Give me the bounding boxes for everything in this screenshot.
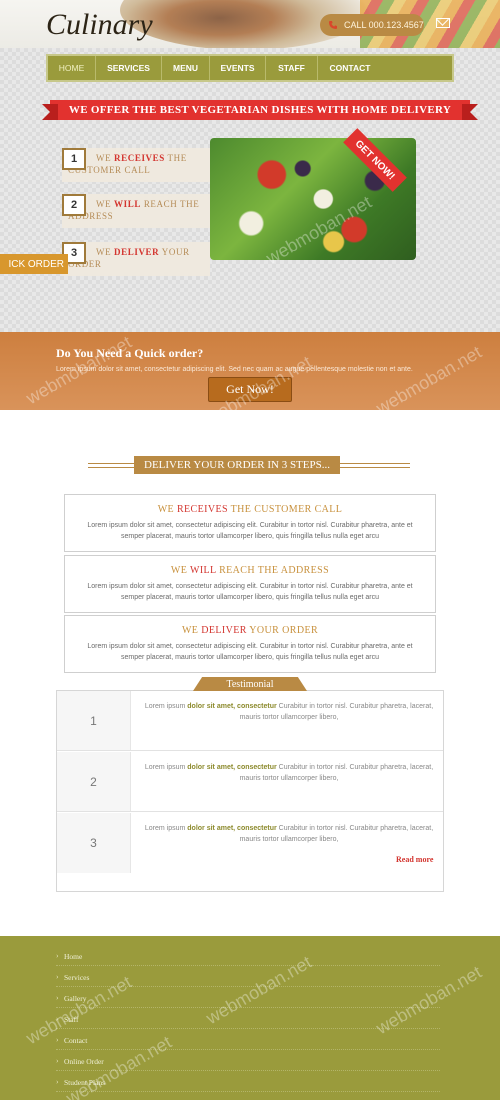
footer-link-contact[interactable]: Contact xyxy=(56,1035,440,1050)
testimonial-title: Testimonial xyxy=(193,677,307,691)
step-number: 1 xyxy=(62,148,86,170)
call-label: CALL 000.123.4567 xyxy=(344,20,424,30)
nav-item-menu[interactable]: MENU xyxy=(162,56,210,80)
promo-ribbon: WE OFFER THE BEST VEGETARIAN DISHES WITH… xyxy=(42,100,478,120)
phone-icon xyxy=(329,21,337,29)
footer-link-staff[interactable]: Staff xyxy=(56,1014,440,1029)
step-number: 2 xyxy=(62,194,86,216)
testimonial-number: 2 xyxy=(57,752,131,811)
testimonial-number: 3 xyxy=(57,813,131,873)
footer-link-gallery[interactable]: Gallery xyxy=(56,993,440,1008)
testimonial-text: Lorem ipsum dolor sit amet, consectetur … xyxy=(144,703,434,721)
footer-link-services[interactable]: Services xyxy=(56,972,440,987)
header: Culinary CALL 000.123.4567 xyxy=(0,0,500,48)
call-badge[interactable]: CALL 000.123.4567 xyxy=(320,14,424,36)
deliver-step-title: WE DELIVER YOUR ORDER xyxy=(181,625,319,636)
nav-item-events[interactable]: EVENTS xyxy=(210,56,266,80)
hero-step-1: WE RECEIVES THE CUSTOMER CALL 1 xyxy=(62,148,210,182)
testimonial-text: Lorem ipsum dolor sit amet, consectetur … xyxy=(144,764,434,782)
nav-item-services[interactable]: SERVICES xyxy=(96,56,162,80)
step-text: WE WILL REACH THE ADDRESS xyxy=(68,199,200,221)
get-now-button[interactable]: Get Now! xyxy=(208,377,292,402)
footer-link-online-order[interactable]: Online Order xyxy=(56,1056,440,1071)
deliver-step-title: WE WILL REACH THE ADDRESS xyxy=(170,565,330,576)
mail-icon[interactable] xyxy=(436,18,450,28)
testimonial-text: Lorem ipsum dolor sit amet, consectetur … xyxy=(144,825,434,843)
hero-step-3: WE DELIVER YOUR ORDER 3 xyxy=(62,242,210,276)
testimonial-row: 2 Lorem ipsum dolor sit amet, consectetu… xyxy=(57,752,443,812)
testimonial-row: 1 Lorem ipsum dolor sit amet, consectetu… xyxy=(57,691,443,751)
testimonial-number: 1 xyxy=(57,691,131,750)
deliver-step-text: Lorem ipsum dolor sit amet, consectetur … xyxy=(87,522,413,540)
step-text: WE DELIVER YOUR ORDER xyxy=(68,247,190,269)
logo[interactable]: Culinary xyxy=(46,8,153,42)
quick-order-title: Do You Need a Quick order? xyxy=(56,346,204,360)
deliver-heading: DELIVER YOUR ORDER IN 3 STEPS... xyxy=(134,456,340,474)
hero-step-2: WE WILL REACH THE ADDRESS 2 xyxy=(62,194,210,228)
deliver-step-text: Lorem ipsum dolor sit amet, consectetur … xyxy=(87,643,413,661)
read-more-link[interactable]: Read more xyxy=(396,855,433,864)
footer-link-student-plans[interactable]: Student Plans xyxy=(56,1077,440,1092)
deliver-step-3: WE DELIVER YOUR ORDER Lorem ipsum dolor … xyxy=(64,615,436,673)
nav-item-contact[interactable]: CONTACT xyxy=(318,56,382,80)
deliver-step-1: WE RECEIVES THE CUSTOMER CALL Lorem ipsu… xyxy=(64,494,436,552)
deliver-step-2: WE WILL REACH THE ADDRESS Lorem ipsum do… xyxy=(64,555,436,613)
testimonial-row: 3 Lorem ipsum dolor sit amet, consectetu… xyxy=(57,813,443,873)
quick-order-description: Lorem ipsum dolor sit amet, consectetur … xyxy=(56,366,413,373)
nav-item-home[interactable]: HOME xyxy=(48,56,96,80)
footer-link-home[interactable]: Home xyxy=(56,951,440,966)
quick-order-tab[interactable]: ICK ORDER xyxy=(0,254,68,274)
deliver-step-text: Lorem ipsum dolor sit amet, consectetur … xyxy=(87,583,413,601)
deliver-step-title: WE RECEIVES THE CUSTOMER CALL xyxy=(157,504,343,515)
step-text: WE RECEIVES THE CUSTOMER CALL xyxy=(68,153,187,175)
testimonial-panel: 1 Lorem ipsum dolor sit amet, consectetu… xyxy=(56,690,444,892)
nav-item-staff[interactable]: STAFF xyxy=(266,56,318,80)
main-nav: HOME SERVICES MENU EVENTS STAFF CONTACT xyxy=(46,54,454,82)
